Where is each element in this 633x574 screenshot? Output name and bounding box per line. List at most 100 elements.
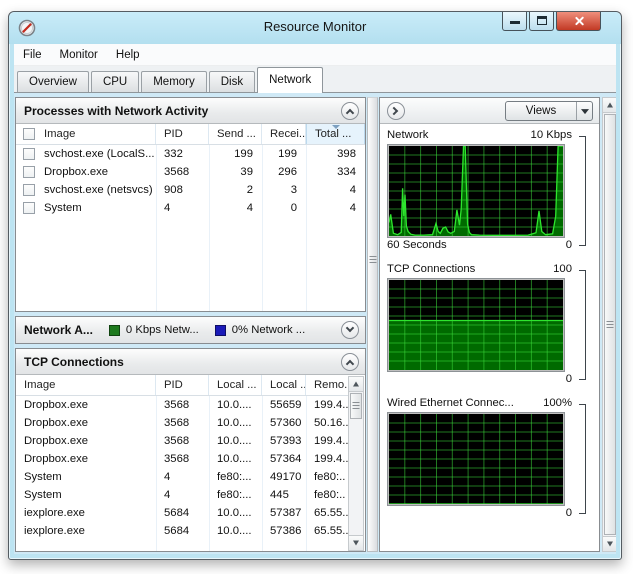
pane-splitter[interactable] [367, 97, 378, 552]
column-header-image[interactable]: Image [16, 375, 156, 395]
tcp-table-scrollbar[interactable] [348, 376, 364, 551]
scroll-down-button[interactable] [349, 535, 363, 550]
chart-title: Wired Ethernet Connec... [387, 397, 514, 409]
tab-overview[interactable]: Overview [17, 71, 89, 92]
column-header-send[interactable]: Send ... [209, 124, 262, 144]
column-header-image[interactable]: Image [16, 124, 156, 144]
sort-descending-icon [331, 125, 340, 129]
chevron-up-icon [345, 359, 355, 369]
tcp-table-header: Image PID Local ... Local ... Remo. [16, 375, 348, 396]
column-header-local-port[interactable]: Local ... [262, 375, 306, 395]
table-row[interactable]: iexplore.exe 5684 10.0.... 57387 65.55.. [16, 504, 348, 522]
tab-disk[interactable]: Disk [208, 71, 256, 92]
scroll-down-button[interactable] [603, 536, 616, 551]
row-checkbox[interactable] [23, 202, 35, 214]
grip-icon [369, 256, 376, 264]
grip-icon [606, 320, 614, 329]
scrollbar-thumb[interactable] [604, 114, 616, 535]
column-header-pid[interactable]: PID [156, 375, 209, 395]
table-row[interactable]: Dropbox.exe 3568 10.0.... 57360 50.16.. [16, 414, 348, 432]
scrollbar-thumb[interactable] [350, 393, 362, 419]
network-chart-block: Network 10 Kbps 60 Seconds 0 [387, 128, 587, 253]
network-activity-header[interactable]: Network A... 0 Kbps Netw... 0% Network .… [16, 317, 365, 343]
tcp-collapse-button[interactable] [341, 353, 359, 371]
resource-monitor-window: Resource Monitor File Monitor Help Overv… [8, 11, 622, 560]
chart-title: Network [387, 129, 429, 141]
tab-cpu[interactable]: CPU [90, 71, 140, 92]
chevron-up-icon [345, 108, 355, 118]
tcp-panel-title: TCP Connections [24, 354, 124, 369]
tab-memory[interactable]: Memory [141, 71, 207, 92]
wired-ethernet-graph [387, 412, 565, 506]
legend-network-utilization: 0% Network ... [214, 324, 305, 336]
charts-pane-scrollbar[interactable] [602, 97, 616, 552]
menu-help[interactable]: Help [107, 49, 149, 61]
table-row[interactable]: iexplore.exe 5684 10.0.... 57386 65.55.. [16, 522, 348, 540]
blue-swatch-icon [214, 324, 226, 336]
chart-title: TCP Connections [387, 263, 476, 275]
column-header-receive[interactable]: Recei... [262, 124, 306, 144]
table-row[interactable]: System 4 4 0 4 [16, 199, 365, 217]
scroll-up-button[interactable] [349, 377, 363, 392]
column-header-remote-address[interactable]: Remo. [306, 375, 348, 395]
minimize-button[interactable] [502, 12, 527, 31]
views-button[interactable]: Views [505, 101, 593, 121]
minimize-icon [510, 21, 520, 24]
tcp-connections-graph [387, 278, 565, 372]
chart-scale-label: 10 Kbps [530, 129, 572, 141]
processes-panel: Processes with Network Activity Image PI… [15, 97, 366, 312]
table-row[interactable]: svchost.exe (LocalS... 332 199 199 398 [16, 145, 365, 163]
table-row[interactable]: svchost.exe (netsvcs) 908 2 3 4 [16, 181, 365, 199]
table-row[interactable]: Dropbox.exe 3568 10.0.... 55659 199.4.. [16, 396, 348, 414]
charts-panel: Views Network 10 Kbps 60 Seconds 0 TCP C… [379, 97, 600, 552]
chevron-down-icon [345, 323, 355, 333]
tcp-chart-block: TCP Connections 100 0 [387, 262, 587, 387]
processes-collapse-button[interactable] [341, 102, 359, 120]
table-row[interactable]: Dropbox.exe 3568 10.0.... 57364 199.4.. [16, 450, 348, 468]
table-row[interactable]: Dropbox.exe 3568 39 296 334 [16, 163, 365, 181]
menu-monitor[interactable]: Monitor [51, 49, 107, 61]
window-controls [500, 12, 601, 31]
processes-panel-header[interactable]: Processes with Network Activity [16, 98, 365, 124]
processes-table-body: svchost.exe (LocalS... 332 199 199 398 D… [16, 145, 365, 311]
chart-min-label: 0 [565, 373, 572, 385]
ethernet-chart-block: Wired Ethernet Connec... 100% 0 [387, 396, 587, 521]
row-checkbox[interactable] [23, 166, 35, 178]
column-header-pid[interactable]: PID [156, 124, 209, 144]
table-row[interactable]: System 4 fe80:... 445 fe80:.. [16, 486, 348, 504]
triangle-down-icon [607, 541, 613, 547]
close-icon [573, 16, 584, 27]
menubar: File Monitor Help [14, 44, 616, 66]
select-all-checkbox[interactable] [23, 128, 35, 140]
column-header-total[interactable]: Total ... [306, 124, 365, 144]
row-checkbox[interactable] [23, 148, 35, 160]
table-row[interactable]: System 4 fe80:... 49170 fe80:.. [16, 468, 348, 486]
tab-network[interactable]: Network [257, 67, 324, 93]
menu-file[interactable]: File [14, 49, 51, 61]
titlebar[interactable]: Resource Monitor [9, 12, 621, 44]
triangle-down-icon [580, 109, 589, 115]
tcp-panel-header[interactable]: TCP Connections [16, 349, 365, 375]
screen: Resource Monitor File Monitor Help Overv… [0, 0, 633, 574]
close-button[interactable] [556, 12, 601, 31]
collapse-charts-pane-button[interactable] [387, 102, 405, 120]
grip-icon [352, 402, 360, 410]
views-button-label: Views [525, 105, 557, 117]
tcp-table-body: Dropbox.exe 3568 10.0.... 55659 199.4.. Dr… [16, 396, 348, 551]
column-header-local-address[interactable]: Local ... [209, 375, 262, 395]
triangle-down-icon [353, 540, 359, 546]
scroll-up-button[interactable] [603, 98, 616, 113]
row-checkbox[interactable] [23, 184, 35, 196]
maximize-button[interactable] [529, 12, 554, 31]
network-activity-expand-button[interactable] [341, 321, 359, 339]
triangle-up-icon [607, 102, 613, 108]
chart-scale-label: 100 [553, 263, 572, 275]
charts-toolbar: Views [380, 98, 599, 124]
scale-bracket [579, 270, 586, 380]
table-row[interactable]: Dropbox.exe 3568 10.0.... 57393 199.4.. [16, 432, 348, 450]
views-dropdown-arrow[interactable] [576, 102, 592, 120]
network-usage-graph [387, 144, 565, 238]
green-swatch-icon [108, 324, 120, 336]
scale-bracket [579, 136, 586, 246]
tabstrip: Overview CPU Memory Disk Network [14, 66, 616, 93]
